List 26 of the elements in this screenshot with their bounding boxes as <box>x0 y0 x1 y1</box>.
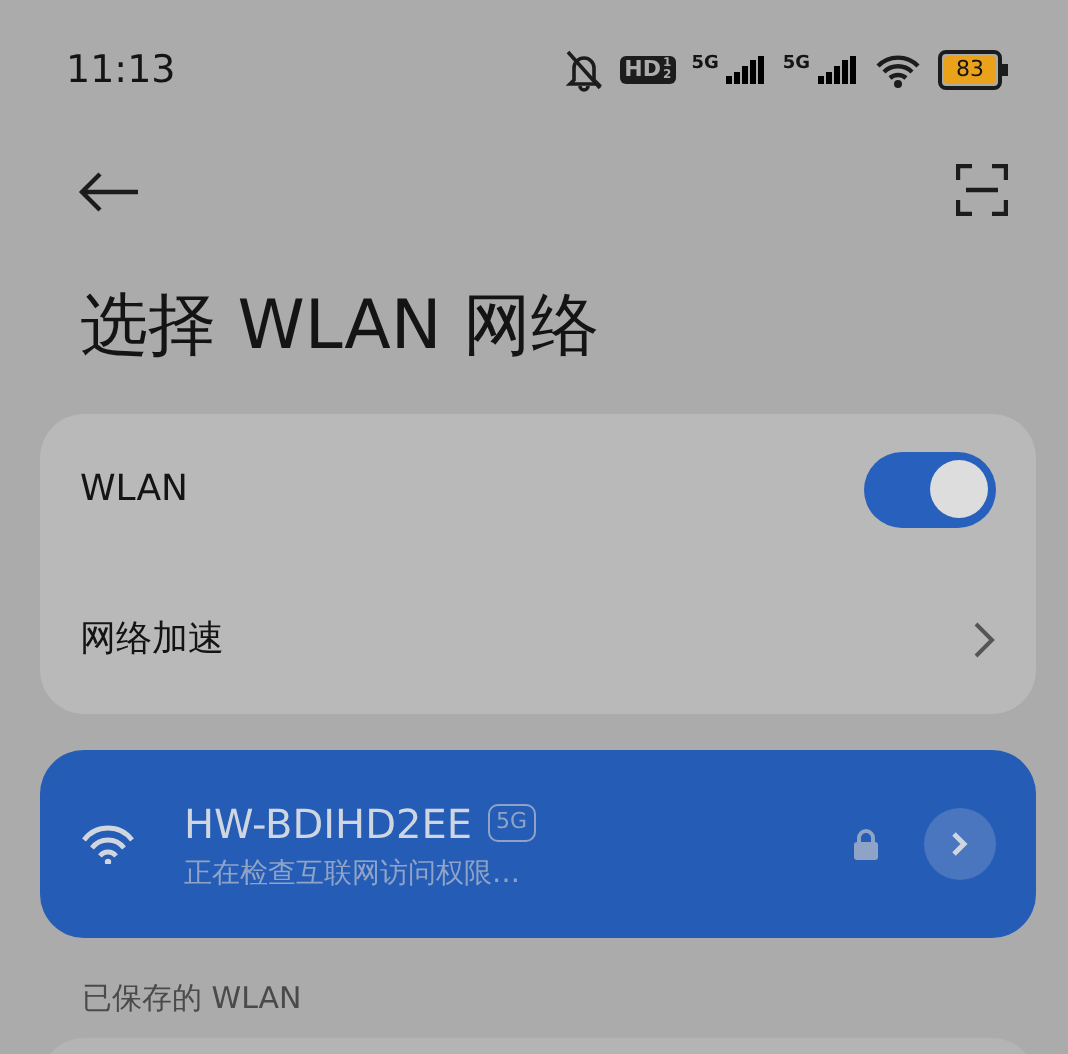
network-status: 正在检查互联网访问权限… <box>184 855 522 893</box>
signal-icon <box>726 56 767 84</box>
wifi-icon <box>874 52 922 88</box>
wifi-icon <box>80 824 136 864</box>
chevron-right-icon <box>950 830 970 858</box>
back-arrow-icon <box>76 169 140 214</box>
chevron-right-icon <box>972 619 996 659</box>
band-tag: 5G <box>487 804 535 842</box>
setting-label: 网络加速 <box>80 616 224 664</box>
clock-time: 11:13 <box>66 45 176 96</box>
network-name: HW-BDIHD2EE <box>184 797 472 851</box>
scan-icon <box>956 164 1008 216</box>
network-type-label: 5G <box>691 56 719 74</box>
battery-tip-icon <box>1002 64 1008 76</box>
setting-label: WLAN <box>80 466 189 514</box>
back-button[interactable] <box>76 166 140 214</box>
scan-button[interactable] <box>956 164 1008 216</box>
network-details-button[interactable] <box>924 808 996 880</box>
muted-bell-icon <box>564 48 605 92</box>
page-title: 选择 WLAN 网络 <box>78 284 602 370</box>
connected-network-card[interactable]: HW-BDIHD2EE 5G 正在检查互联网访问权限… <box>40 750 1036 938</box>
section-title: 已保存的 WLAN <box>80 978 304 1020</box>
wlan-toggle[interactable] <box>864 451 996 527</box>
network-type-label: 5G <box>782 56 810 74</box>
signal-icon <box>818 56 858 84</box>
battery-indicator: 83 <box>938 50 1002 90</box>
